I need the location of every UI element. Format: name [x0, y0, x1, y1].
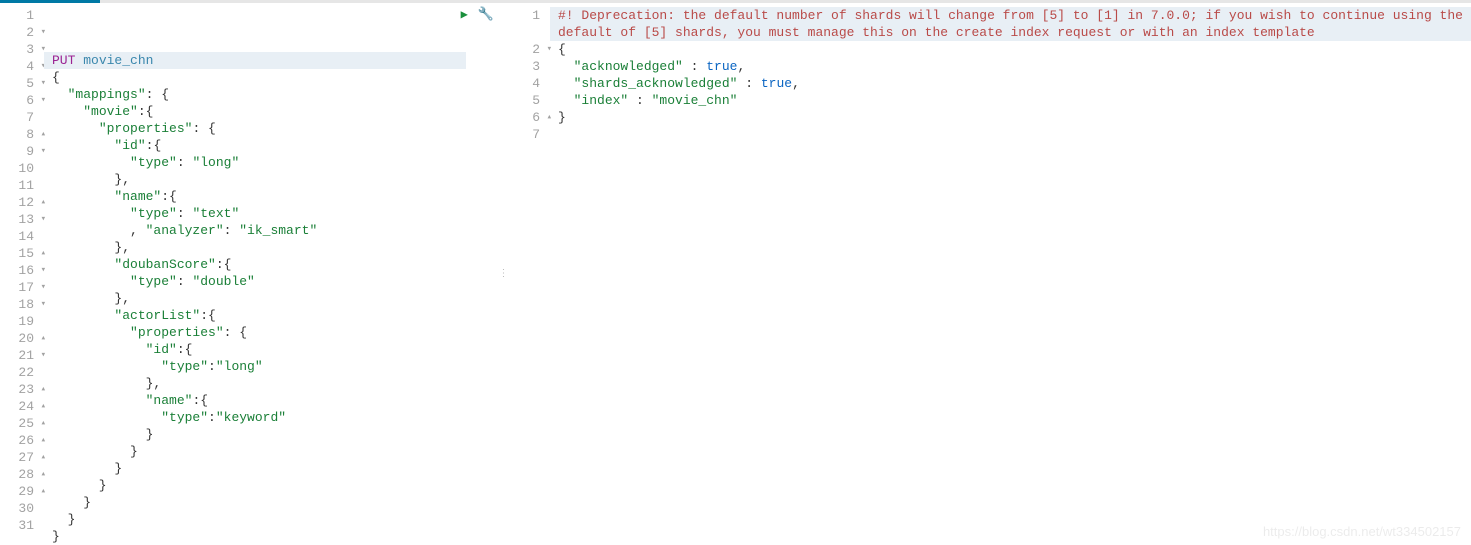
line-number: 2: [0, 24, 44, 41]
line-number: 24: [0, 398, 44, 415]
code-line: "acknowledged" : true,: [550, 58, 1471, 75]
code-line: {: [44, 69, 466, 86]
code-line: },: [44, 239, 466, 256]
line-number: 29: [0, 483, 44, 500]
code-line: },: [44, 290, 466, 307]
line-number: 23: [0, 381, 44, 398]
code-line: "mappings": {: [44, 86, 466, 103]
code-line: , "analyzer": "ik_smart": [44, 222, 466, 239]
code-line: }: [44, 426, 466, 443]
line-number: 12: [0, 194, 44, 211]
line-number: 17: [0, 279, 44, 296]
code-line: "movie":{: [44, 103, 466, 120]
code-line: "name":{: [44, 392, 466, 409]
line-number: 3: [506, 58, 550, 75]
code-line: "index" : "movie_chn": [550, 92, 1471, 109]
line-number: 11: [0, 177, 44, 194]
code-line: "doubanScore":{: [44, 256, 466, 273]
line-number: 2: [506, 41, 550, 58]
code-line: },: [44, 375, 466, 392]
code-line: "type": "long": [44, 154, 466, 171]
line-number: 31: [0, 517, 44, 534]
line-number: 18: [0, 296, 44, 313]
line-number: 26: [0, 432, 44, 449]
line-number: 16: [0, 262, 44, 279]
code-line: "type":"long": [44, 358, 466, 375]
code-line: }: [44, 494, 466, 511]
line-number: 4: [0, 58, 44, 75]
line-number: 14: [0, 228, 44, 245]
editor-container: 1234567891011121314151617181920212223242…: [0, 3, 1471, 545]
line-number: 28: [0, 466, 44, 483]
line-number: 4: [506, 75, 550, 92]
line-number: 6: [506, 109, 550, 126]
code-line: "properties": {: [44, 120, 466, 137]
line-number: 21: [0, 347, 44, 364]
line-number: 1: [506, 7, 550, 41]
wrench-icon[interactable]: 🔧: [478, 7, 494, 22]
code-line: },: [44, 171, 466, 188]
line-number: 1: [0, 7, 44, 24]
line-number: 13: [0, 211, 44, 228]
code-line: }: [44, 477, 466, 494]
code-line: "type": "double": [44, 273, 466, 290]
request-editor-pane: 1234567891011121314151617181920212223242…: [0, 3, 500, 545]
line-number: 10: [0, 160, 44, 177]
line-number: 7: [0, 109, 44, 126]
code-line: }: [44, 511, 466, 528]
line-number: 27: [0, 449, 44, 466]
line-number: 30: [0, 500, 44, 517]
code-line: }: [550, 109, 1471, 126]
line-number: 19: [0, 313, 44, 330]
code-line: }: [44, 528, 466, 545]
code-line: [550, 126, 1471, 143]
request-gutter: 1234567891011121314151617181920212223242…: [0, 3, 44, 545]
code-line: }: [44, 460, 466, 477]
response-gutter: 1234567: [506, 3, 550, 545]
code-line: }: [44, 443, 466, 460]
line-number: 22: [0, 364, 44, 381]
line-number: 7: [506, 126, 550, 143]
line-number: 6: [0, 92, 44, 109]
line-number: 25: [0, 415, 44, 432]
line-number: 9: [0, 143, 44, 160]
line-number: 3: [0, 41, 44, 58]
line-number: 20: [0, 330, 44, 347]
request-line: PUT movie_chn: [44, 52, 466, 69]
request-actions: ▶ 🔧: [461, 7, 494, 22]
line-number: 8: [0, 126, 44, 143]
line-number: 5: [506, 92, 550, 109]
code-line: "shards_acknowledged" : true,: [550, 75, 1471, 92]
code-line: "id":{: [44, 341, 466, 358]
request-code[interactable]: ▶ 🔧 PUT movie_chn{ "mappings": { "movie"…: [44, 3, 500, 545]
deprecation-warning: #! Deprecation: the default number of sh…: [550, 7, 1471, 41]
run-icon[interactable]: ▶: [461, 7, 468, 22]
code-line: "id":{: [44, 137, 466, 154]
code-line: "type": "text": [44, 205, 466, 222]
response-viewer-pane: 1234567 #! Deprecation: the default numb…: [506, 3, 1471, 545]
response-code[interactable]: #! Deprecation: the default number of sh…: [550, 3, 1471, 545]
line-number: 15: [0, 245, 44, 262]
code-line: "name":{: [44, 188, 466, 205]
code-line: {: [550, 41, 1471, 58]
line-number: 5: [0, 75, 44, 92]
code-line: "actorList":{: [44, 307, 466, 324]
code-line: "type":"keyword": [44, 409, 466, 426]
code-line: "properties": {: [44, 324, 466, 341]
